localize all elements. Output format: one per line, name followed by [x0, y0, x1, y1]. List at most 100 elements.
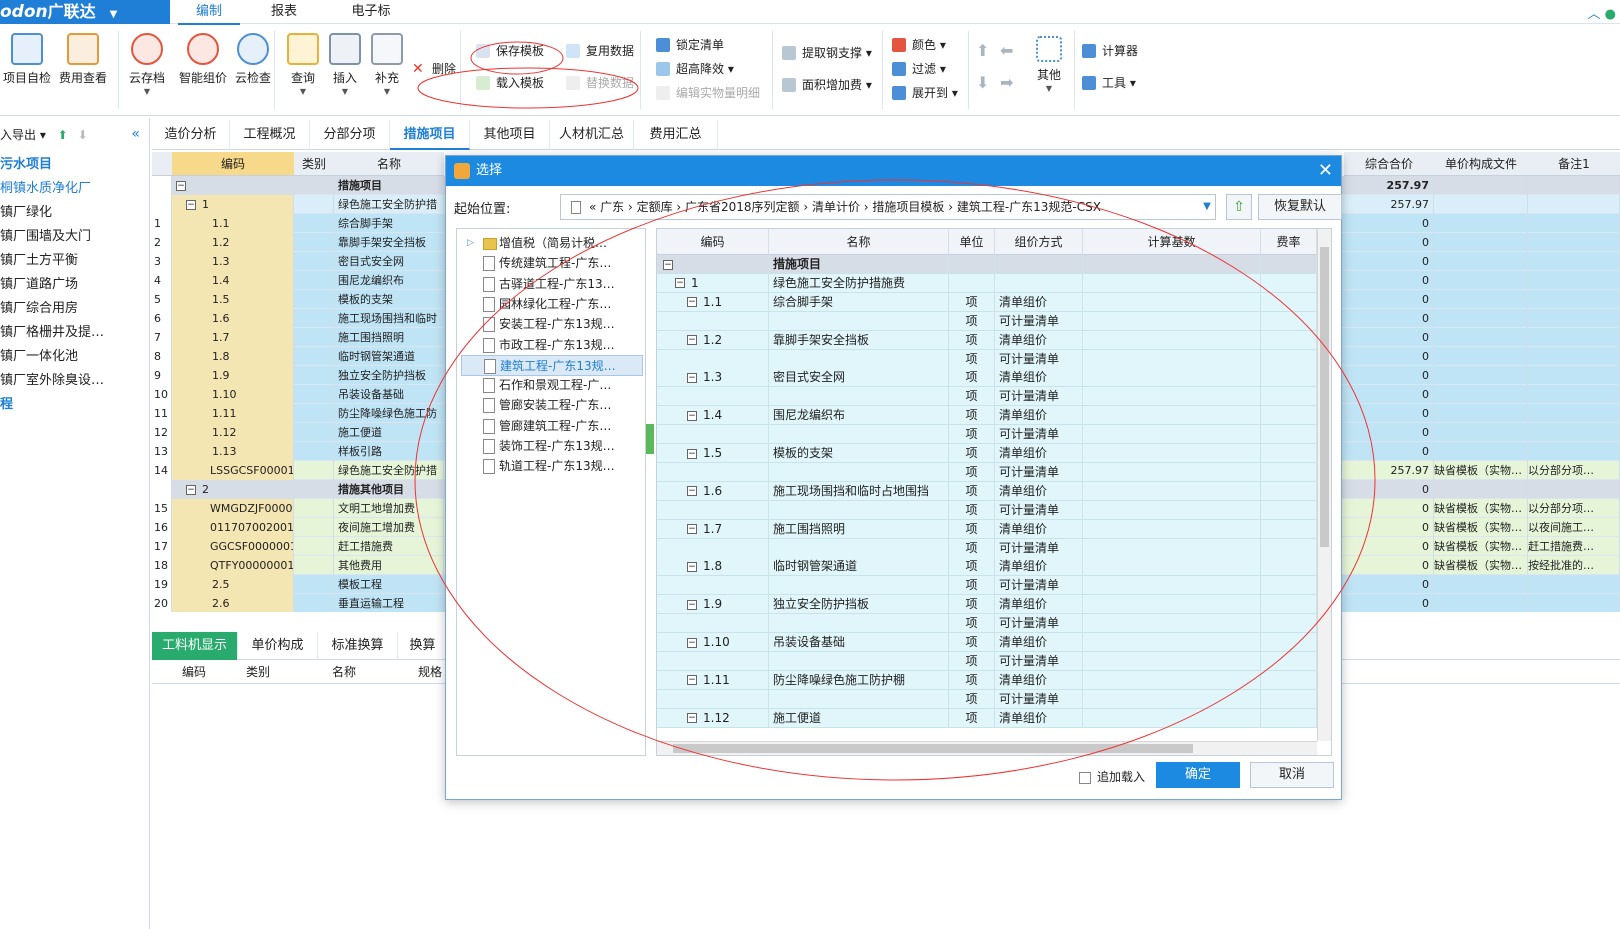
preview-row[interactable]: 项可计量清单: [657, 349, 1317, 369]
project-check-button[interactable]: 项目自检: [0, 33, 54, 86]
tree-item[interactable]: 古驿道工程-广东13…: [461, 274, 643, 295]
tree-item[interactable]: 镇厂综合用房: [0, 298, 148, 320]
tab-material-summary[interactable]: 人材机汇总: [550, 120, 634, 150]
collapse-icon[interactable]: −: [687, 637, 697, 648]
tree-item[interactable]: 安装工程-广东13规…: [461, 314, 643, 335]
dcol-code[interactable]: 编码: [657, 229, 769, 255]
col-type[interactable]: 类别: [294, 152, 334, 176]
restore-default-button[interactable]: 恢复默认: [1258, 194, 1342, 220]
tab-edit[interactable]: 编制: [178, 0, 240, 25]
cloud-check-button[interactable]: 云检查: [226, 33, 280, 86]
tab-report[interactable]: 报表: [254, 0, 314, 24]
tree-item[interactable]: 轨道工程-广东13规…: [461, 456, 643, 477]
preview-row[interactable]: −1.3 密目式安全网项清单组价: [657, 368, 1317, 388]
collapse-icon[interactable]: −: [675, 278, 685, 289]
dcol-rate[interactable]: 费率: [1261, 229, 1317, 255]
collapse-icon[interactable]: −: [687, 713, 697, 724]
preview-row[interactable]: 项可计量清单: [657, 651, 1317, 671]
preview-row[interactable]: −1.4 围尼龙编织布项清单组价: [657, 406, 1317, 426]
col-price-file[interactable]: 单价构成文件: [1434, 152, 1528, 176]
cloud-archive-button[interactable]: 云存档 ▼: [120, 33, 174, 96]
checkbox-icon[interactable]: [1079, 771, 1091, 784]
extract-steel-button[interactable]: 提取钢支撑 ▾: [782, 43, 872, 63]
tree-item[interactable]: 污水项目: [0, 154, 148, 176]
collapse-icon[interactable]: −: [687, 486, 697, 497]
tab-sub-items[interactable]: 分部分项: [310, 120, 390, 150]
filter-button[interactable]: 过滤 ▾: [892, 59, 946, 79]
dropdown-icon[interactable]: ▼: [120, 87, 174, 96]
bcol-type[interactable]: 类别: [246, 660, 270, 684]
tree-item[interactable]: 镇厂围墙及大门: [0, 226, 148, 248]
preview-row[interactable]: −1 绿色施工安全防护措施费: [657, 273, 1317, 293]
collapse-icon[interactable]: −: [186, 200, 196, 210]
tree-item[interactable]: 装饰工程-广东13规…: [461, 436, 643, 457]
preview-row[interactable]: 项可计量清单: [657, 538, 1317, 558]
preview-row[interactable]: 项可计量清单: [657, 576, 1317, 596]
col-code[interactable]: 编码: [172, 152, 294, 176]
collapse-icon[interactable]: −: [687, 297, 697, 308]
tree-item[interactable]: 镇厂绿化: [0, 202, 148, 224]
collapse-icon[interactable]: −: [687, 561, 697, 572]
dcol-unit[interactable]: 单位: [949, 229, 995, 255]
move-right-icon[interactable]: ➡: [1000, 73, 1013, 92]
tree-item[interactable]: 镇厂土方平衡: [0, 250, 148, 272]
arrow-up-icon[interactable]: ⬆: [58, 128, 68, 142]
load-template-button[interactable]: 载入模板: [476, 73, 544, 93]
collapse-icon[interactable]: −: [687, 410, 697, 421]
reuse-data-button[interactable]: 复用数据: [566, 41, 634, 61]
preview-row[interactable]: −1.9 独立安全防护挡板项清单组价: [657, 595, 1317, 615]
color-button[interactable]: 颜色 ▾: [892, 35, 946, 55]
preview-row[interactable]: −1.12 施工便道项清单组价: [657, 708, 1317, 728]
tree-item[interactable]: 桐镇水质净化厂: [0, 178, 148, 200]
col-note[interactable]: 备注1: [1528, 152, 1620, 176]
preview-row[interactable]: −1.8 临时钢管架通道项清单组价: [657, 557, 1317, 577]
lock-list-button[interactable]: 锁定清单: [656, 35, 724, 55]
move-up-icon[interactable]: ⬆: [976, 41, 989, 60]
bcol-spec[interactable]: 规格: [418, 660, 442, 684]
dcol-method[interactable]: 组价方式: [995, 229, 1083, 255]
collapse-icon[interactable]: −: [687, 675, 697, 686]
preview-row[interactable]: −1.2 靠脚手架安全挡板项清单组价: [657, 330, 1317, 350]
tab-conversion[interactable]: 换算: [398, 632, 448, 660]
delete-button[interactable]: ✕ 删除: [412, 59, 456, 79]
tab-cost-analysis[interactable]: 造价分析: [152, 120, 230, 150]
tab-labor-material[interactable]: 工料机显示: [152, 632, 238, 660]
horizontal-scrollbar[interactable]: [657, 741, 1317, 755]
preview-row[interactable]: −1.5 模板的支架项清单组价: [657, 444, 1317, 463]
import-export-bar[interactable]: 入导出 ▾ ⬆ ⬇ «: [0, 126, 150, 144]
tab-measure-items[interactable]: 措施项目: [390, 120, 470, 150]
preview-row[interactable]: 项可计量清单: [657, 689, 1317, 709]
append-load-checkbox[interactable]: 追加载入: [1079, 768, 1145, 785]
scroll-thumb[interactable]: [673, 744, 1193, 753]
replace-data-button[interactable]: 替换数据: [566, 73, 634, 93]
area-add-button[interactable]: 面积增加费 ▾: [782, 75, 872, 95]
expand-icon[interactable]: ▷: [467, 233, 474, 254]
save-template-button[interactable]: 保存模板: [476, 41, 544, 61]
chevron-down-icon[interactable]: ▼: [1198, 194, 1216, 220]
tree-item[interactable]: 石作和景观工程-广…: [461, 375, 643, 396]
collapse-icon[interactable]: −: [663, 259, 673, 270]
tree-item[interactable]: 程: [0, 394, 148, 416]
collapse-ribbon-icon[interactable]: ︿ ●: [1588, 3, 1616, 22]
tree-item[interactable]: 镇厂室外除臭设…: [0, 370, 148, 392]
collapse-icon[interactable]: −: [176, 181, 186, 191]
tree-item[interactable]: 镇厂格栅井及提…: [0, 322, 148, 344]
cost-view-button[interactable]: 费用查看: [56, 33, 110, 86]
tree-item[interactable]: ▷ 增值税（简易计税…: [461, 233, 643, 254]
preview-row[interactable]: 项可计量清单: [657, 311, 1317, 331]
tree-item[interactable]: 管廊建筑工程-广东…: [461, 416, 643, 437]
bcol-code[interactable]: 编码: [182, 660, 206, 684]
dcol-name[interactable]: 名称: [769, 229, 949, 255]
preview-row[interactable]: 项可计量清单: [657, 500, 1317, 520]
bcol-name[interactable]: 名称: [332, 660, 356, 684]
preview-row[interactable]: 项可计量清单: [657, 425, 1317, 445]
tab-standard-conversion[interactable]: 标准换算: [318, 632, 398, 660]
preview-row[interactable]: 项可计量清单: [657, 387, 1317, 407]
tree-item[interactable]: 园林绿化工程-广东…: [461, 294, 643, 315]
preview-row[interactable]: −1.10 吊装设备基础项清单组价: [657, 633, 1317, 652]
arrow-down-icon[interactable]: ⬇: [78, 128, 88, 142]
app-logo[interactable]: odon广联达 ▼: [0, 0, 170, 24]
collapse-icon[interactable]: −: [687, 335, 697, 346]
dropdown-icon[interactable]: ▼: [1022, 84, 1076, 93]
tree-item[interactable]: 管廊安装工程-广东…: [461, 395, 643, 416]
